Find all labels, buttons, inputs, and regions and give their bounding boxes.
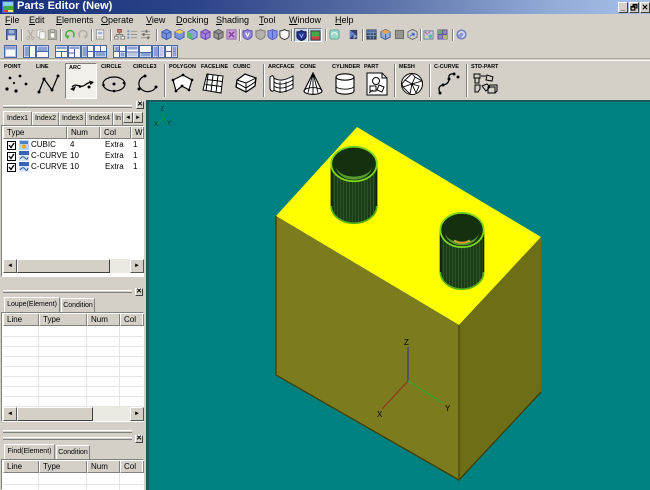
svg-text:Y: Y: [167, 121, 171, 127]
svg-text:Z: Z: [404, 338, 409, 347]
svg-text:Z: Z: [161, 107, 165, 113]
svg-text:Y: Y: [445, 404, 451, 413]
svg-text:X: X: [377, 410, 383, 419]
svg-text:X: X: [154, 122, 158, 128]
